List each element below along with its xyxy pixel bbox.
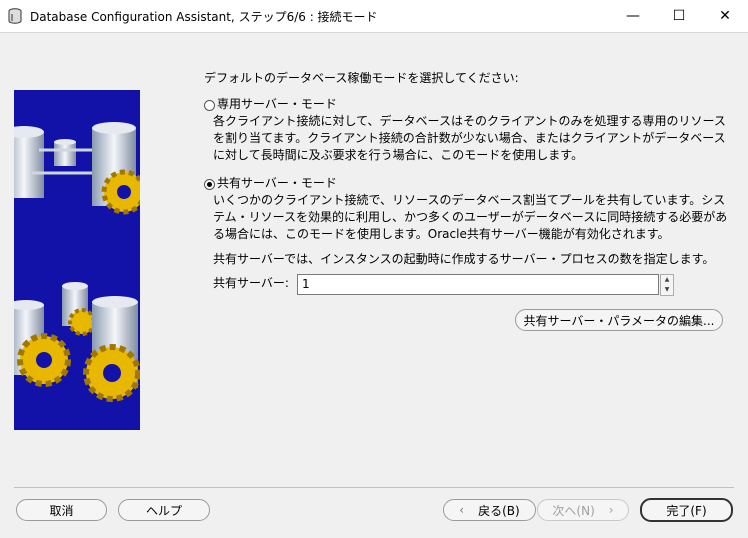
- dedicated-mode-radio[interactable]: [204, 100, 215, 111]
- dedicated-desc-line: 各クライアント接続に対して、データベースはそのクライアントのみを処理する専用のリ…: [213, 114, 726, 128]
- chevron-left-icon: ‹: [459, 503, 465, 517]
- shared-server-info: 共有サーバーでは、インスタンスの起動時に作成するサーバー・プロセスの数を指定しま…: [213, 252, 715, 266]
- edit-shared-server-params-button[interactable]: 共有サーバー・パラメータの編集...: [515, 309, 723, 331]
- shared-servers-label: 共有サーバー:: [213, 276, 289, 290]
- shared-servers-spinner[interactable]: ▲ ▼: [660, 274, 674, 296]
- next-button[interactable]: 次へ(N) ›: [537, 499, 629, 521]
- spinner-up-icon[interactable]: ▲: [661, 275, 673, 285]
- help-button[interactable]: ヘルプ: [118, 499, 210, 521]
- dedicated-mode-label[interactable]: 専用サーバー・モード: [217, 96, 337, 113]
- chevron-right-icon: ›: [608, 503, 614, 517]
- database-gears-image: [14, 122, 140, 402]
- finish-button[interactable]: 完了(F): [640, 498, 733, 522]
- window-title: Database Configuration Assistant, ステップ6/…: [30, 10, 378, 24]
- maximize-button[interactable]: ☐: [656, 0, 702, 32]
- back-button[interactable]: ‹ 戻る(B): [443, 499, 536, 521]
- next-button-label: 次へ(N): [552, 503, 595, 518]
- mode-prompt: デフォルトのデータベース稼働モードを選択してください:: [204, 71, 519, 85]
- dedicated-desc-line: を割り当てます。クライアント接続の合計数が少ない場合、またはクライアントがデータ…: [213, 131, 726, 145]
- spinner-down-icon[interactable]: ▼: [661, 285, 673, 295]
- cancel-button[interactable]: 取消: [16, 499, 107, 521]
- dedicated-desc-line: に対して長時間に及ぶ要求を行う場合に、このモードを使用します。: [213, 148, 584, 162]
- shared-mode-radio[interactable]: [204, 179, 215, 190]
- shared-desc-line: いくつかのクライアント接続で、リソースのデータベース割当てプールを共有しています…: [213, 193, 726, 207]
- title-bar: Database Configuration Assistant, ステップ6/…: [0, 0, 748, 33]
- dedicated-mode-description: 各クライアント接続に対して、データベースはそのクライアントのみを処理する専用のリ…: [213, 113, 726, 164]
- minimize-button[interactable]: —: [610, 0, 656, 32]
- shared-mode-description: いくつかのクライアント接続で、リソースのデータベース割当てプールを共有しています…: [213, 192, 727, 243]
- close-button[interactable]: ✕: [702, 0, 748, 32]
- shared-servers-input[interactable]: 1: [297, 274, 659, 295]
- shared-desc-line: る場合には、このモードを使用します。Oracle共有サーバー機能が有効化されます…: [213, 227, 670, 241]
- shared-desc-line: テム・リソースを効果的に利用し、かつ多くのユーザーがデータベースに同時接続する必…: [213, 210, 728, 224]
- shared-mode-label[interactable]: 共有サーバー・モード: [217, 175, 337, 192]
- database-app-icon: [8, 8, 22, 24]
- back-button-label: 戻る(B): [478, 503, 520, 518]
- database-illustration: [14, 90, 140, 430]
- footer-separator: [14, 487, 734, 488]
